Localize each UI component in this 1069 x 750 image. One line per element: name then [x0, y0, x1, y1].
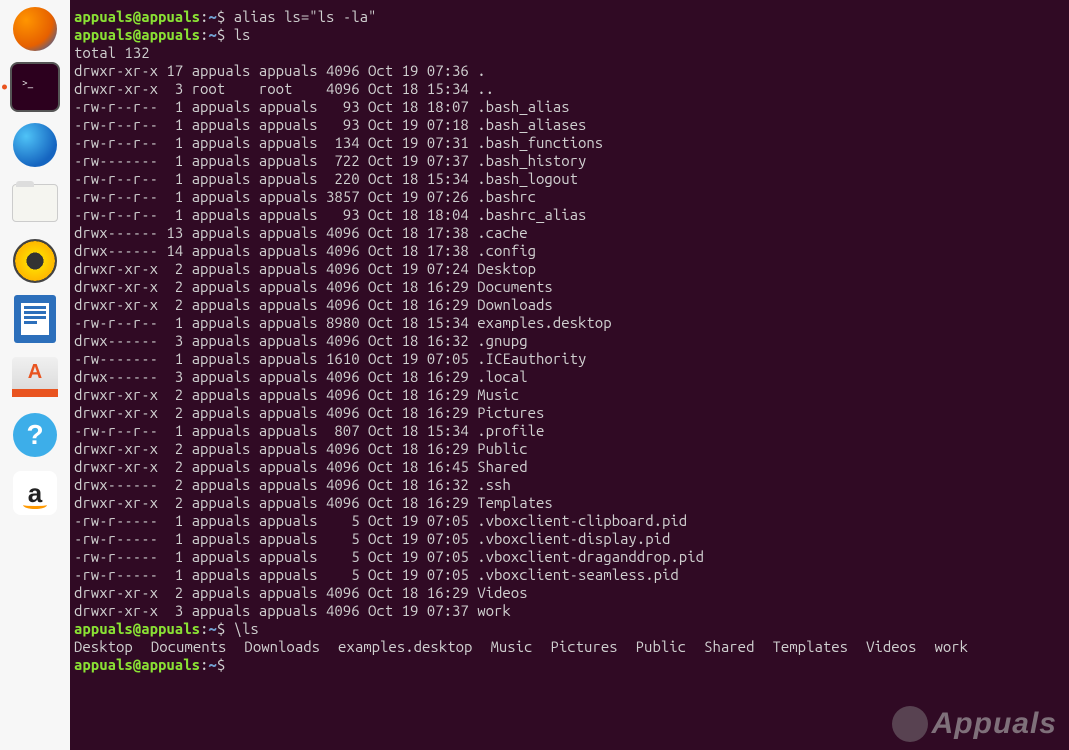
ls-row: -rw------- 1 appuals appuals 722 Oct 19 … [74, 152, 1065, 170]
command-text: alias ls="ls -la" [225, 8, 376, 25]
ls-row: drwxr-xr-x 3 appuals appuals 4096 Oct 19… [74, 602, 1065, 620]
launcher-help[interactable]: ? [10, 410, 60, 460]
ls-row: drwxr-xr-x 2 appuals appuals 4096 Oct 18… [74, 584, 1065, 602]
user-host: appuals@appuals [74, 8, 200, 25]
ls-row: drwx------ 13 appuals appuals 4096 Oct 1… [74, 224, 1065, 242]
speaker-icon [13, 239, 57, 283]
launcher-thunderbird[interactable] [10, 120, 60, 170]
terminal-window[interactable]: appuals@appuals:~$ alias ls="ls -la" app… [70, 0, 1069, 750]
watermark: Appuals [892, 706, 1057, 742]
ls-item: work [934, 638, 968, 655]
ls-row: -rw-r--r-- 1 appuals appuals 3857 Oct 19… [74, 188, 1065, 206]
ls-row: drwxr-xr-x 2 appuals appuals 4096 Oct 18… [74, 278, 1065, 296]
ls-row: drwxr-xr-x 17 appuals appuals 4096 Oct 1… [74, 62, 1065, 80]
ls-row: drwx------ 3 appuals appuals 4096 Oct 18… [74, 368, 1065, 386]
ls-row: drwx------ 14 appuals appuals 4096 Oct 1… [74, 242, 1065, 260]
ls-long-output: drwxr-xr-x 17 appuals appuals 4096 Oct 1… [74, 62, 1065, 620]
ls-row: -rw-r--r-- 1 appuals appuals 93 Oct 18 1… [74, 206, 1065, 224]
command-text: ls [225, 26, 250, 43]
ls-row: drwxr-xr-x 2 appuals appuals 4096 Oct 18… [74, 494, 1065, 512]
amazon-icon: a [13, 471, 57, 515]
launcher-dock: >_ ? a [0, 0, 70, 750]
thunderbird-icon [13, 123, 57, 167]
ls-row: -rw-r--r-- 1 appuals appuals 93 Oct 19 0… [74, 116, 1065, 134]
ls-item: Music [490, 638, 532, 655]
launcher-libreoffice-writer[interactable] [10, 294, 60, 344]
ls-row: drwxr-xr-x 2 appuals appuals 4096 Oct 18… [74, 386, 1065, 404]
watermark-logo-icon [892, 706, 928, 742]
shopping-bag-icon [12, 357, 58, 397]
command-text: \ls [225, 620, 259, 637]
ls-item: Videos [866, 638, 916, 655]
terminal-icon: >_ [18, 73, 52, 101]
ls-item: Pictures [550, 638, 617, 655]
ls-row: drwxr-xr-x 2 appuals appuals 4096 Oct 19… [74, 260, 1065, 278]
launcher-amazon[interactable]: a [10, 468, 60, 518]
ls-row: drwxr-xr-x 2 appuals appuals 4096 Oct 18… [74, 296, 1065, 314]
ls-item: Templates [772, 638, 848, 655]
launcher-terminal[interactable]: >_ [10, 62, 60, 112]
ls-item: Public [636, 638, 686, 655]
launcher-rhythmbox[interactable] [10, 236, 60, 286]
ls-total: total 132 [74, 44, 1065, 62]
prompt-line-1: appuals@appuals:~$ alias ls="ls -la" [74, 8, 1065, 26]
ls-item: examples.desktop [338, 638, 472, 655]
ls-row: drwxr-xr-x 2 appuals appuals 4096 Oct 18… [74, 458, 1065, 476]
document-icon [14, 295, 56, 343]
ls-row: drwxr-xr-x 2 appuals appuals 4096 Oct 18… [74, 440, 1065, 458]
ls-row: -rw-r--r-- 1 appuals appuals 134 Oct 19 … [74, 134, 1065, 152]
ls-row: -rw-r----- 1 appuals appuals 5 Oct 19 07… [74, 566, 1065, 584]
help-icon: ? [13, 413, 57, 457]
ls-row: -rw------- 1 appuals appuals 1610 Oct 19… [74, 350, 1065, 368]
ls-row: -rw-r----- 1 appuals appuals 5 Oct 19 07… [74, 530, 1065, 548]
ls-row: -rw-r--r-- 1 appuals appuals 220 Oct 18 … [74, 170, 1065, 188]
ls-item: Downloads [244, 638, 320, 655]
launcher-ubuntu-software[interactable] [10, 352, 60, 402]
ls-row: drwxr-xr-x 2 appuals appuals 4096 Oct 18… [74, 404, 1065, 422]
ls-item: Shared [704, 638, 754, 655]
prompt-line-2: appuals@appuals:~$ ls [74, 26, 1065, 44]
ls-row: drwxr-xr-x 3 root root 4096 Oct 18 15:34… [74, 80, 1065, 98]
firefox-icon [13, 7, 57, 51]
ls-short-output: Desktop Documents Downloads examples.deskto… [74, 638, 1065, 656]
ls-item: Desktop [74, 638, 133, 655]
prompt-line-4: appuals@appuals:~$ [74, 656, 1065, 674]
ls-row: -rw-r----- 1 appuals appuals 5 Oct 19 07… [74, 548, 1065, 566]
ls-row: drwx------ 2 appuals appuals 4096 Oct 18… [74, 476, 1065, 494]
files-icon [12, 184, 58, 222]
cwd: ~ [208, 8, 216, 25]
prompt-line-3: appuals@appuals:~$ \ls [74, 620, 1065, 638]
ls-row: -rw-r--r-- 1 appuals appuals 8980 Oct 18… [74, 314, 1065, 332]
ls-row: -rw-r--r-- 1 appuals appuals 93 Oct 18 1… [74, 98, 1065, 116]
launcher-firefox[interactable] [10, 4, 60, 54]
ls-row: -rw-r----- 1 appuals appuals 5 Oct 19 07… [74, 512, 1065, 530]
ls-row: drwx------ 3 appuals appuals 4096 Oct 18… [74, 332, 1065, 350]
launcher-files[interactable] [10, 178, 60, 228]
ls-row: -rw-r--r-- 1 appuals appuals 807 Oct 18 … [74, 422, 1065, 440]
watermark-text: Appuals [932, 707, 1057, 741]
ls-item: Documents [151, 638, 227, 655]
